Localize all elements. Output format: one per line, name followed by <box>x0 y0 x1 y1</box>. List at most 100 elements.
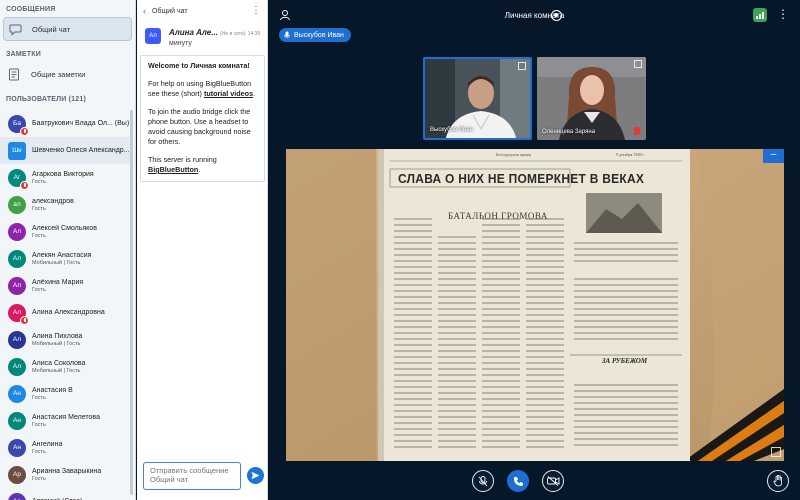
avatar: Ал <box>8 303 29 325</box>
talking-user-name: Выскубов Иван <box>294 31 344 39</box>
avatar: Ал <box>8 222 26 241</box>
record-icon[interactable] <box>551 10 562 21</box>
user-list-item[interactable]: Ал Алина Александровна <box>0 299 130 326</box>
tutorial-videos-link[interactable]: tutorial videos <box>204 89 253 98</box>
user-role: Гость <box>32 394 46 401</box>
user-role: Гость <box>32 178 46 185</box>
messages-section-title: СООБЩЕНИЯ <box>6 6 56 13</box>
send-icon <box>251 471 260 480</box>
welcome-title: Welcome to Личная комната! <box>148 61 250 70</box>
chat-panel: ‹ Общий чат ⋮ Ал Алина Але... (Не в сети… <box>137 0 268 500</box>
avatar: Ал <box>8 249 26 268</box>
user-list-item[interactable]: Ан Анастасия Мелетова Гость <box>0 407 130 434</box>
newspaper-article-title: БАТАЛЬОН ГРОМОВА <box>448 211 548 221</box>
top-bar: Личная комната ⋮ <box>269 0 800 32</box>
webcam-user-name: Выскубов Иван <box>430 127 473 133</box>
user-role: Гость <box>32 205 46 212</box>
room-title: Личная комната <box>504 11 565 20</box>
mic-muted-icon <box>634 127 640 135</box>
user-name: Ангелина <box>32 440 63 448</box>
user-role: Мобильный | Гость <box>32 340 81 347</box>
phone-icon[interactable] <box>507 470 529 492</box>
user-name: Анастасия В <box>32 386 73 394</box>
message-author: Алина Але... <box>169 28 218 37</box>
newspaper-date: 9 декабря 1948 г. <box>616 152 645 157</box>
user-list-item[interactable]: Ба Баатрукович Влада Ол... (Вы) <box>0 110 130 137</box>
talking-indicator[interactable]: Выскубов Иван <box>279 28 351 42</box>
avatar: ал <box>8 195 26 214</box>
user-list-scrollbar[interactable] <box>130 110 133 495</box>
avatar: Ан <box>8 438 26 457</box>
user-role: Мобильный | Гость <box>32 259 81 266</box>
chat-options-icon[interactable]: ⋮ <box>251 6 261 16</box>
minimize-presentation-button[interactable]: – <box>763 149 784 163</box>
user-name: Агаркова Виктория <box>32 170 94 178</box>
message-author-line: Алина Але... (Не в сети) 14:30 <box>169 28 260 37</box>
public-chat-label: Общий чат <box>32 24 71 34</box>
user-list-item[interactable]: Ал Алекян Анастасия Мобильный | Гость <box>0 245 130 272</box>
user-list-item[interactable]: ал александров Гость <box>0 191 130 218</box>
avatar: Ал <box>8 330 26 349</box>
mic-muted-icon <box>20 180 29 190</box>
webcam-user-name: Оленицева Заряна <box>542 129 596 135</box>
user-list-item[interactable]: Ал Алиса Соколова Мобильный | Гость <box>0 353 130 380</box>
mic-muted-icon[interactable] <box>472 470 494 492</box>
user-list-item[interactable]: Ан Анастасия В Гость <box>0 380 130 407</box>
user-name: александров <box>32 197 74 205</box>
user-role: Гость <box>32 421 46 428</box>
avatar: Ан <box>8 411 26 430</box>
public-chat-nav-item[interactable]: Общий чат <box>3 17 132 41</box>
chevron-left-icon[interactable]: ‹ <box>143 6 146 16</box>
message-time: 14:30 <box>247 31 261 37</box>
options-menu-icon[interactable]: ⋮ <box>777 6 789 24</box>
user-list-item[interactable]: Ан Ангелина Гость <box>0 434 130 461</box>
user-name: Арианна Заварыкина <box>32 467 102 475</box>
camera-off-icon[interactable] <box>542 470 564 492</box>
user-list-item[interactable]: Ар Арианна Заварыкина Гость <box>0 461 130 488</box>
notes-section-title: ЗАМЕТКИ <box>6 51 41 58</box>
connection-status-icon[interactable] <box>753 8 767 22</box>
expand-icon[interactable] <box>634 60 642 68</box>
user-role: Гость <box>32 232 46 239</box>
bigbluebutton-link[interactable]: BigBlueButton <box>148 165 198 174</box>
user-name: Алексей Смольяков <box>32 224 97 232</box>
user-name: Алёхина Мария <box>32 278 84 286</box>
user-role: Гость <box>32 448 46 455</box>
fullscreen-icon[interactable] <box>771 447 781 457</box>
chat-message-input[interactable] <box>143 462 241 490</box>
expand-icon[interactable] <box>518 62 526 70</box>
user-name: Анастасия Мелетова <box>32 413 100 421</box>
user-list-item[interactable]: Ал Алёхина Мария Гость <box>0 272 130 299</box>
user-list-item[interactable]: АрАртемий (Стас) <box>0 488 130 500</box>
welcome-message: Welcome to Личная комната! For help on u… <box>140 55 265 182</box>
message-text: минуту <box>169 40 192 47</box>
user-name: Шевченко Олеся Александр... <box>32 147 130 154</box>
shared-notes-label: Общие заметки <box>31 69 86 79</box>
user-list-item[interactable]: Аг Агаркова Виктория Гость <box>0 164 130 191</box>
mic-muted-icon <box>20 315 29 325</box>
webcam-tile[interactable]: Оленицева Заряна <box>537 57 646 140</box>
avatar: Ал <box>8 276 26 295</box>
presentation-slide[interactable]: Белгородская правда 9 декабря 1948 г. СЛ… <box>286 149 784 461</box>
user-name: Алиса Соколова <box>32 359 86 367</box>
shared-notes-nav-item[interactable]: Общие заметки <box>3 62 132 86</box>
send-button[interactable] <box>247 467 264 484</box>
welcome-help: For help on using BigBlueButton see thes… <box>148 79 256 98</box>
user-list-item[interactable]: Ше Шевченко Олеся Александр... <box>0 137 130 164</box>
user-list-item[interactable]: Ал Алина Пихлова Мобильный | Гость <box>0 326 130 353</box>
raise-hand-icon[interactable] <box>767 470 789 492</box>
webcam-tile[interactable]: Выскубов Иван <box>423 57 532 140</box>
chat-bubble-icon <box>8 22 22 36</box>
main-presentation-area: Личная комната ⋮ Выскубов Иван Выскубов … <box>269 0 800 500</box>
avatar: Ал <box>145 28 161 44</box>
newspaper-image <box>286 149 784 461</box>
user-name: Алекян Анастасия <box>32 251 92 259</box>
user-role: Гость <box>32 286 46 293</box>
user-list-item[interactable]: Ал Алексей Смольяков Гость <box>0 218 130 245</box>
user-name: Баатрукович Влада Ол... (Вы) <box>32 120 130 127</box>
users-section-title: ПОЛЬЗОВАТЕЛИ (121) <box>6 96 86 103</box>
chat-message: Ал Алина Але... (Не в сети) 14:30 минуту <box>137 22 267 47</box>
chat-title[interactable]: Общий чат <box>152 8 188 15</box>
newspaper-headline: СЛАВА О НИХ НЕ ПОМЕРКНЕТ В ВЕКАХ <box>398 171 645 186</box>
user-name: Алина Пихлова <box>32 332 83 340</box>
